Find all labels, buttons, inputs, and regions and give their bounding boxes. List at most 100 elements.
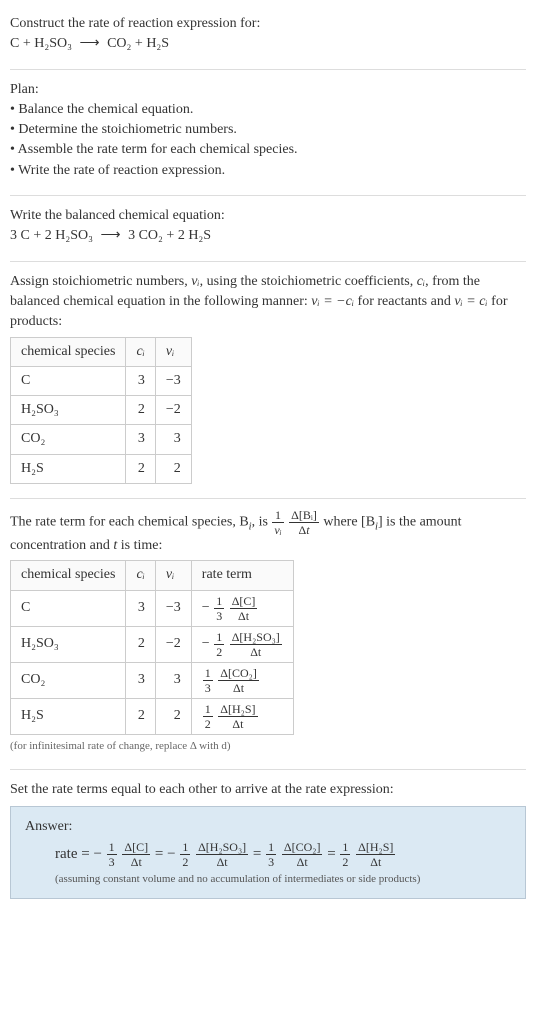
fraction: 13 [214, 595, 224, 622]
text: cᵢ [136, 567, 144, 582]
frac-num: 1 [180, 841, 190, 855]
balanced-section: Write the balanced chemical equation: 3 … [10, 200, 526, 257]
frac-den: Δt [356, 855, 395, 868]
cell-species: H₂SO₃ [11, 626, 126, 662]
cell-species: CO₂ [11, 425, 126, 454]
eq-products: νᵢ = cᵢ [454, 294, 487, 309]
frac-num: 1 [214, 631, 224, 645]
col-rate: rate term [191, 561, 293, 590]
frac-num: 1 [340, 841, 350, 855]
frac-num: Δ[CO₂] [218, 667, 259, 681]
frac-den: 3 [214, 609, 224, 622]
t-symbol: t [306, 523, 309, 537]
equals: = [155, 846, 167, 862]
rate-prefix: rate = [55, 846, 93, 862]
frac-num: Δ[H₂SO₃] [196, 841, 248, 855]
balanced-lhs: 3 C + 2 H₂SO₃ [10, 228, 93, 243]
arrow-icon: ⟶ [97, 228, 125, 243]
sign: − [202, 636, 210, 651]
fraction: 12 [214, 631, 224, 658]
plan-item-text: Balance the chemical equation. [18, 102, 193, 117]
text: The rate term for each chemical species,… [10, 515, 249, 530]
frac-den: 2 [203, 717, 213, 730]
fraction: 13 [203, 667, 213, 694]
col-c: cᵢ [126, 561, 155, 590]
rate-expr: − 12 Δ[H₂SO₃]Δt [202, 636, 283, 651]
cell-c: 3 [126, 662, 155, 698]
fraction: Δ[CO₂]Δt [282, 841, 323, 868]
col-v: νᵢ [155, 561, 191, 590]
cell-c: 2 [126, 396, 155, 425]
sign: − [202, 600, 210, 615]
fraction: Δ[CO₂]Δt [218, 667, 259, 694]
cell-c: 3 [126, 425, 155, 454]
frac-den: Δt [289, 523, 319, 536]
arrow-icon: ⟶ [76, 36, 104, 51]
frac-den: Δt [282, 855, 323, 868]
frac-den: Δt [230, 609, 258, 622]
fraction: 13 [266, 841, 276, 868]
frac-num: 1 [107, 841, 117, 855]
table-row: C 3 −3 [11, 366, 192, 395]
plan-item: • Determine the stoichiometric numbers. [10, 120, 526, 140]
table-row: CO₂ 3 3 [11, 425, 192, 454]
cell-c: 2 [126, 454, 155, 483]
frac-den: Δt [122, 855, 150, 868]
plan-heading: Plan: [10, 80, 526, 100]
intro-section: Construct the rate of reaction expressio… [10, 8, 526, 65]
rate-expr: − 12 Δ[H₂SO₃]Δt [167, 846, 253, 862]
fraction: Δ[H₂SO₃]Δt [230, 631, 282, 658]
frac-num: 1 [214, 595, 224, 609]
nu-symbol: νᵢ [191, 274, 199, 289]
frac-num: Δ[H₂S] [356, 841, 395, 855]
infinitesimal-note: (for infinitesimal rate of change, repla… [10, 739, 526, 755]
fraction: Δ[H₂SO₃]Δt [196, 841, 248, 868]
plan-item: • Assemble the rate term for each chemic… [10, 140, 526, 160]
plan-section: Plan: • Balance the chemical equation. •… [10, 74, 526, 191]
rate-expr: − 13 Δ[C]Δt [93, 846, 154, 862]
rate-term-intro: The rate term for each chemical species,… [10, 509, 526, 556]
fraction: Δ[H₂S]Δt [218, 703, 257, 730]
cell-v: −3 [155, 590, 191, 626]
fraction: 12 [340, 841, 350, 868]
cell-c: 3 [126, 366, 155, 395]
cell-c: 2 [126, 698, 155, 734]
frac-den: Δt [196, 855, 248, 868]
frac-num: 1 [272, 509, 283, 523]
plan-item: • Write the rate of reaction expression. [10, 161, 526, 181]
balanced-equation: 3 C + 2 H₂SO₃ ⟶ 3 CO₂ + 2 H₂S [10, 226, 526, 246]
text: where [B [323, 515, 375, 530]
rate-expression: rate = − 13 Δ[C]Δt = − 12 Δ[H₂SO₃]Δt = 1… [25, 841, 511, 868]
frac-den: Δt [218, 717, 257, 730]
text: for reactants and [354, 294, 454, 309]
divider [10, 769, 526, 770]
rate-expr: 12 Δ[H₂S]Δt [202, 708, 259, 723]
text: , using the stoichiometric coefficients, [200, 274, 417, 289]
cell-v: 2 [155, 454, 191, 483]
cell-rate: 13 Δ[CO₂]Δt [191, 662, 293, 698]
frac-num: Δ[C] [122, 841, 150, 855]
frac-num: Δ[H₂S] [218, 703, 257, 717]
frac-den: νᵢ [272, 523, 283, 536]
intro-title: Construct the rate of reaction expressio… [10, 14, 526, 34]
final-heading: Set the rate terms equal to each other t… [10, 780, 526, 800]
fraction: 12 [203, 703, 213, 730]
text: νᵢ [166, 567, 174, 582]
cell-v: −2 [155, 396, 191, 425]
divider [10, 261, 526, 262]
plan-item: • Balance the chemical equation. [10, 100, 526, 120]
cell-v: −2 [155, 626, 191, 662]
text: cᵢ [136, 344, 144, 359]
table-header-row: chemical species cᵢ νᵢ rate term [11, 561, 294, 590]
frac-num: 1 [203, 703, 213, 717]
plan-item-text: Determine the stoichiometric numbers. [18, 122, 237, 137]
col-c: cᵢ [126, 337, 155, 366]
plan-item-text: Assemble the rate term for each chemical… [18, 142, 298, 157]
rate-expr: − 13 Δ[C]Δt [202, 600, 259, 615]
cell-species: CO₂ [11, 662, 126, 698]
col-v: νᵢ [155, 337, 191, 366]
frac-den: Δt [218, 681, 259, 694]
cell-species: H₂S [11, 454, 126, 483]
frac-den: 3 [203, 681, 213, 694]
rate-term-table: chemical species cᵢ νᵢ rate term C 3 −3 … [10, 560, 294, 734]
